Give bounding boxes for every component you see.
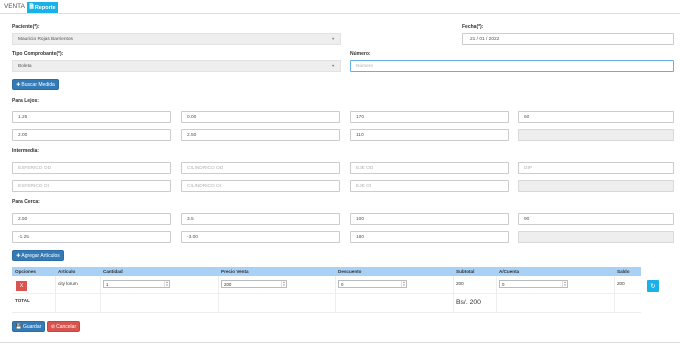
chevron-down-icon: ▼	[331, 64, 335, 68]
guardar-label: Guardar	[22, 323, 42, 330]
fecha-value: 21 / 01 / 2022	[470, 36, 500, 42]
reporte-label: Reporte	[34, 4, 56, 11]
th-subtotal: Subtotal	[456, 269, 475, 274]
buscar-medida-button[interactable]: ✚ Buscar Medida	[12, 79, 59, 90]
cerca-eje-od[interactable]: 100	[350, 213, 509, 225]
lejos-esferico-od[interactable]: 1.25	[12, 111, 171, 123]
a-cuenta-value: 0	[502, 281, 505, 287]
chevron-down-icon: ▼	[331, 37, 335, 41]
th-saldo: Saldo	[617, 269, 630, 274]
intermedia-esferico-oi[interactable]: ESFERICO OI	[12, 180, 171, 192]
plus-icon: ✚	[16, 81, 21, 88]
th-precio-venta: Precio Venta	[221, 269, 249, 274]
lejos-eje-od[interactable]: 170	[350, 111, 509, 123]
plus-icon: ✚	[16, 252, 21, 259]
cerca-eje-oi[interactable]: 180	[350, 231, 509, 243]
th-articulo: Artículo	[58, 269, 76, 274]
articles-table-header: Opciones Artículo Cantidad Precio Venta …	[12, 267, 641, 276]
lejos-eje-oi[interactable]: 110	[350, 129, 509, 141]
intermedia-dip[interactable]: DIP	[518, 162, 674, 174]
cerca-dip[interactable]: 90	[518, 213, 674, 225]
reporte-button[interactable]: 🗎 Reporte	[27, 2, 58, 13]
lejos-cilindrico-od[interactable]: 0.00	[181, 111, 340, 123]
saldo-cell: 200	[617, 281, 625, 286]
file-icon: 🗎	[29, 4, 34, 10]
tab-venta[interactable]: VENTA	[4, 3, 25, 10]
numero-input[interactable]: Número	[350, 60, 674, 72]
agregar-articulos-label: Agregar Artículos	[21, 252, 60, 259]
intermedia-cilindrico-od[interactable]: CILINDRICO OD	[181, 162, 340, 174]
intermedia-eje-od[interactable]: EJE OD	[350, 162, 509, 174]
cerca-cilindrico-od[interactable]: 3.5	[181, 213, 340, 225]
cantidad-input[interactable]: 1 ▲ ▼	[103, 280, 170, 288]
cancel-icon: ⊘	[50, 323, 56, 330]
paciente-value: Mauricio Rojas Barrientos	[18, 36, 73, 42]
delete-row-button[interactable]: X	[16, 281, 27, 291]
th-cantidad: Cantidad	[103, 269, 123, 274]
a-cuenta-input[interactable]: 0 ▲ ▼	[499, 280, 568, 288]
intermedia-cilindrico-oi[interactable]: CILINDRICO OI	[181, 180, 340, 192]
descuento-value: 0	[341, 281, 344, 287]
save-icon: 💾	[15, 323, 22, 330]
precio-venta-input[interactable]: 200 ▲ ▼	[221, 280, 287, 288]
fecha-input[interactable]: 21 / 01 / 2022	[462, 33, 674, 45]
cantidad-value: 1	[106, 281, 109, 287]
lejos-disabled-field	[518, 129, 674, 141]
subtotal-cell: 200	[456, 281, 464, 286]
spinner-icon[interactable]: ▲ ▼	[281, 281, 286, 287]
cerca-cilindrico-oi[interactable]: -3.00	[181, 231, 340, 243]
tipo-comprobante-label: Tipo Comprobante(*):	[12, 51, 64, 57]
fecha-label: Fecha(*):	[462, 24, 484, 30]
refresh-button[interactable]: ↻	[647, 280, 659, 292]
tipo-comprobante-select[interactable]: Boleta ▼	[12, 60, 341, 72]
cerca-esferico-oi[interactable]: -1.25	[12, 231, 171, 243]
paciente-select[interactable]: Mauricio Rojas Barrientos ▼	[12, 33, 341, 45]
total-label: TOTAL	[15, 298, 30, 303]
numero-placeholder: Número	[356, 63, 374, 69]
guardar-button[interactable]: 💾 Guardar	[12, 321, 45, 332]
intermedia-eje-oi[interactable]: EJE OI	[350, 180, 509, 192]
th-descuento: Descuento	[338, 269, 362, 274]
intermedia-esferico-od[interactable]: ESFERICO OD	[12, 162, 171, 174]
top-bar: VENTA 🗎 Reporte	[0, 0, 680, 14]
lejos-dip[interactable]: 60	[518, 111, 674, 123]
lejos-label: Para Lejos:	[12, 98, 39, 104]
descuento-input[interactable]: 0 ▲ ▼	[338, 280, 407, 288]
lejos-esferico-oi[interactable]: 2.00	[12, 129, 171, 141]
precio-venta-value: 200	[224, 281, 232, 287]
total-amount: Bs/. 200	[456, 299, 481, 306]
buscar-medida-label: Buscar Medida	[21, 81, 55, 88]
intermedia-disabled-field	[518, 180, 674, 192]
tipo-comprobante-value: Boleta	[18, 63, 32, 69]
paciente-label: Paciente(*):	[12, 24, 40, 30]
agregar-articulos-button[interactable]: ✚ Agregar Artículos	[12, 250, 64, 261]
spinner-icon[interactable]: ▲ ▼	[562, 281, 567, 287]
articulo-cell: city lorum	[58, 281, 78, 286]
cancelar-label: Cancelar	[56, 323, 77, 330]
spinner-icon[interactable]: ▲ ▼	[401, 281, 406, 287]
cerca-disabled-field	[518, 231, 674, 243]
cancelar-button[interactable]: ⊘ Cancelar	[47, 321, 80, 332]
th-a-cuenta: A/Cuenta	[499, 269, 520, 274]
spinner-icon[interactable]: ▲ ▼	[164, 281, 169, 287]
total-row	[12, 294, 641, 313]
cerca-esferico-od[interactable]: 2.50	[12, 213, 171, 225]
intermedia-label: Intermedia:	[12, 148, 39, 154]
refresh-icon: ↻	[650, 283, 656, 290]
numero-label: Número:	[350, 51, 371, 57]
lejos-cilindrico-oi[interactable]: 2.50	[181, 129, 340, 141]
cerca-label: Para Cerca:	[12, 199, 40, 205]
th-opciones: Opciones	[15, 269, 36, 274]
